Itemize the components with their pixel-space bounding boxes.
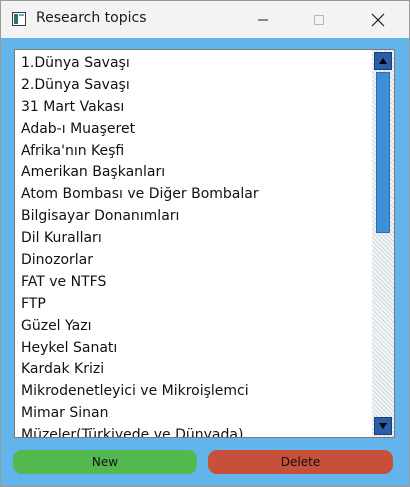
app-icon: [12, 12, 26, 26]
close-button[interactable]: [355, 1, 401, 38]
minimize-button[interactable]: [240, 1, 286, 38]
vertical-scrollbar[interactable]: [372, 50, 394, 437]
maximize-button[interactable]: [296, 1, 342, 38]
topic-list-item[interactable]: Dil Kuralları: [15, 228, 372, 250]
new-button[interactable]: New: [13, 450, 197, 474]
research-topics-window: Research topics 1.Dünya Savaşı 2.Dünya Sa…: [0, 0, 410, 487]
topics-list[interactable]: 1.Dünya Savaşı 2.Dünya Savaşı 31 Mart Vaka…: [15, 50, 372, 437]
maximize-icon: [314, 14, 324, 25]
topic-list-item[interactable]: Kardak Krizi: [15, 359, 372, 381]
topic-list-item[interactable]: 2.Dünya Savaşı: [15, 75, 372, 97]
topic-list-item[interactable]: Adab-ı Muaşeret: [15, 119, 372, 141]
topic-list-item[interactable]: Amerikan Başkanları: [15, 162, 372, 184]
topic-list-item[interactable]: Müzeler(Türkiyede ve Dünyada): [15, 425, 372, 437]
topic-list-item[interactable]: FAT ve NTFS: [15, 272, 372, 294]
topic-list-item[interactable]: FTP: [15, 294, 372, 316]
topic-list-item[interactable]: Dinozorlar: [15, 250, 372, 272]
topic-list-item[interactable]: Mikrodenetleyici ve Mikroişlemci: [15, 381, 372, 403]
arrow-down-icon: [379, 423, 387, 429]
topic-list-item[interactable]: 31 Mart Vakası: [15, 97, 372, 119]
delete-button[interactable]: Delete: [208, 450, 393, 474]
topics-listbox[interactable]: 1.Dünya Savaşı 2.Dünya Savaşı 31 Mart Vaka…: [14, 49, 395, 438]
title-bar[interactable]: Research topics: [1, 1, 409, 38]
topic-list-item[interactable]: Afrika'nın Keşfi: [15, 141, 372, 163]
minimize-icon: [258, 19, 268, 20]
scroll-up-button[interactable]: [374, 52, 392, 70]
topic-list-item[interactable]: Bilgisayar Donanımları: [15, 206, 372, 228]
topic-list-item[interactable]: Heykel Sanatı: [15, 338, 372, 360]
scroll-down-button[interactable]: [374, 417, 392, 435]
topic-list-item[interactable]: Mimar Sinan: [15, 403, 372, 425]
arrow-up-icon: [379, 58, 387, 64]
close-icon: [371, 13, 385, 26]
topic-list-item[interactable]: 1.Dünya Savaşı: [15, 53, 372, 75]
scrollbar-thumb[interactable]: [376, 72, 390, 233]
window-title: Research topics: [36, 10, 147, 26]
topic-list-item[interactable]: Güzel Yazı: [15, 316, 372, 338]
topic-list-item[interactable]: Atom Bombası ve Diğer Bombalar: [15, 184, 372, 206]
